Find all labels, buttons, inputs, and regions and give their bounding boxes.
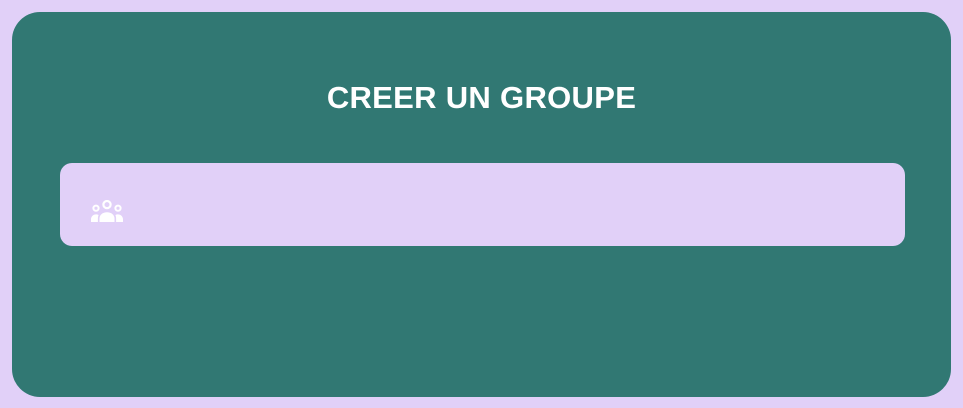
group-name-field[interactable]: [60, 163, 905, 246]
group-icon: [91, 200, 123, 222]
group-name-input[interactable]: [144, 163, 884, 246]
create-group-card: CREER UN GROUPE: [12, 12, 951, 397]
dialog-title: CREER UN GROUPE: [326, 80, 637, 115]
